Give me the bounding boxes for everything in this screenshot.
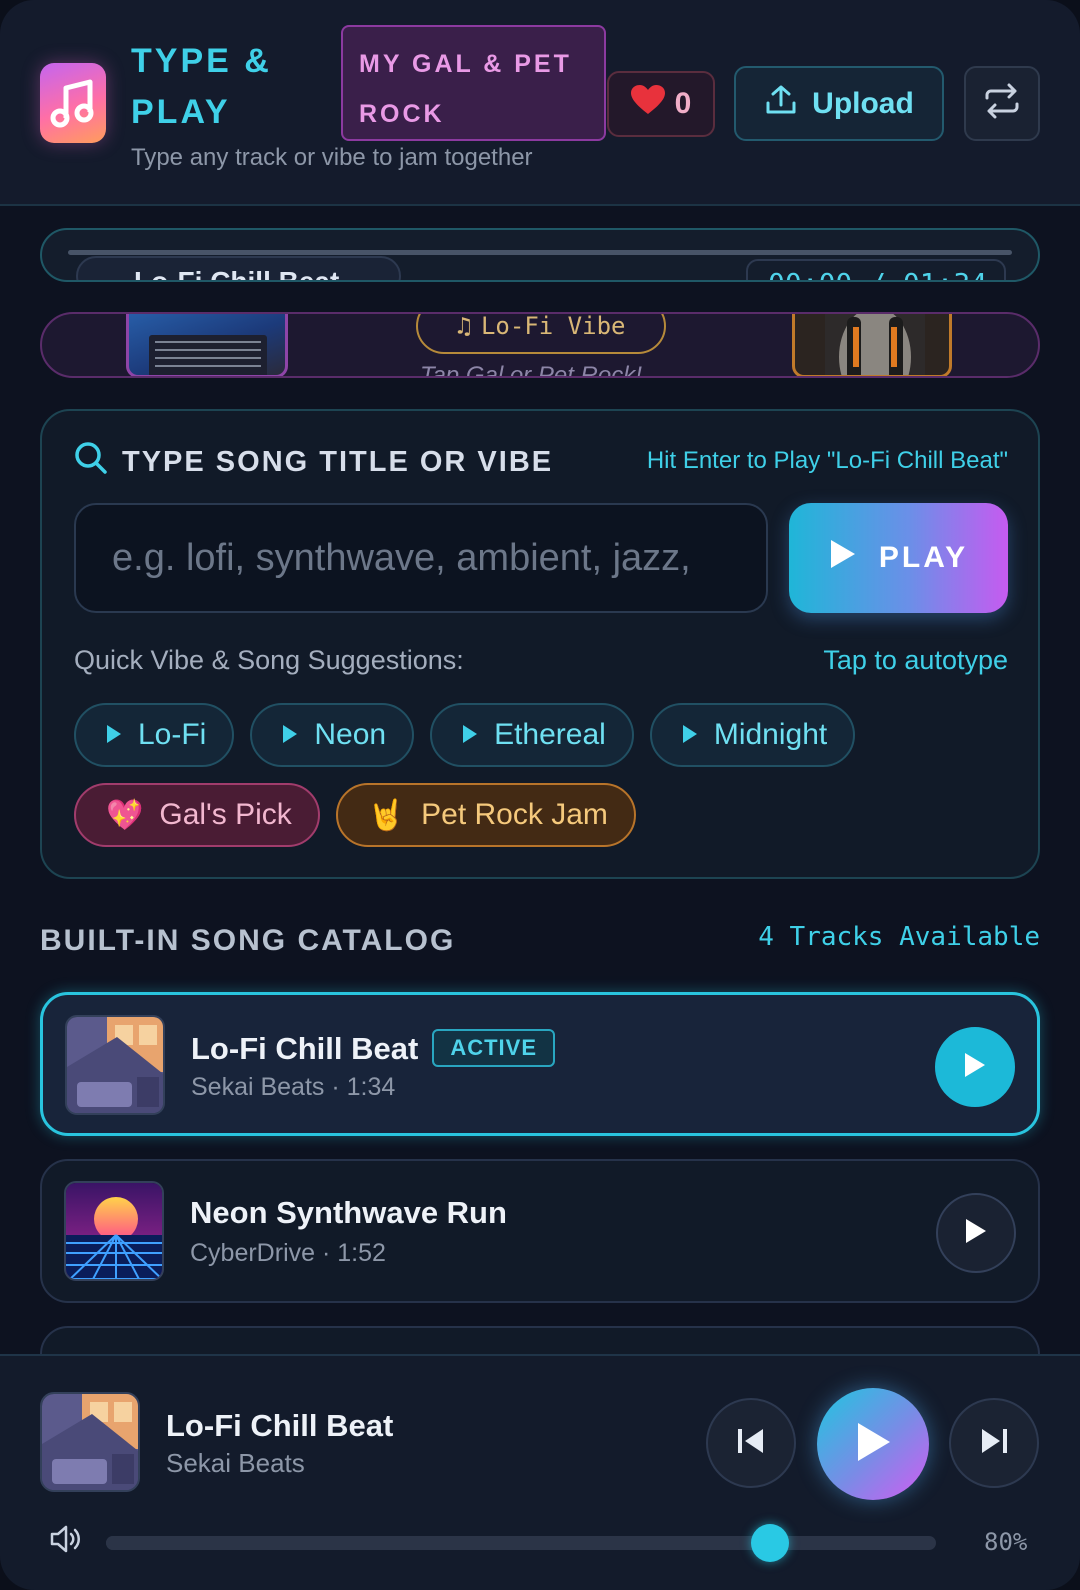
- player-cover-art: [40, 1392, 140, 1492]
- volume-knob[interactable]: [751, 1524, 789, 1562]
- skip-next-icon: [978, 1426, 1010, 1461]
- app-subtitle: Type any track or vibe to jam together: [131, 144, 533, 171]
- time-readout: 00:00 / 01:34: [746, 259, 1006, 280]
- rock-hand-icon: 🤘: [367, 798, 406, 832]
- active-badge: ACTIVE: [432, 1029, 556, 1067]
- music-note-icon: [40, 63, 106, 143]
- search-label: TYPE SONG TITLE OR VIBE: [74, 441, 553, 483]
- track-cover-art: [64, 1181, 164, 1281]
- chip-label: Gal's Pick: [159, 798, 292, 831]
- previous-button[interactable]: [706, 1398, 796, 1488]
- track-cover-art: [65, 1015, 165, 1115]
- catalog-title: BUILT-IN SONG CATALOG: [40, 924, 456, 957]
- play-icon: [829, 538, 857, 578]
- play-button[interactable]: PLAY: [789, 503, 1008, 613]
- play-icon: [682, 718, 698, 752]
- skip-previous-icon: [735, 1426, 767, 1461]
- vibe-label: Lo-Fi Vibe: [480, 312, 626, 340]
- play-icon: [282, 718, 298, 752]
- volume-icon[interactable]: [48, 1502, 82, 1567]
- music-note-icon: ♫: [456, 312, 471, 340]
- gal-description-card: [149, 335, 267, 375]
- chip-lofi[interactable]: Lo-Fi: [74, 703, 235, 767]
- pet-rock-avatar[interactable]: [792, 314, 952, 376]
- track-title: Neon Synthwave Run: [190, 1195, 507, 1230]
- likes-count: 0: [674, 87, 692, 120]
- autotype-hint: Tap to autotype: [823, 645, 1008, 675]
- search-panel: TYPE SONG TITLE OR VIBE Hit Enter to Pla…: [40, 409, 1040, 879]
- sparkle-heart-icon: 💖: [106, 798, 144, 832]
- track-play-button[interactable]: [936, 1193, 1016, 1273]
- heart-icon: [630, 85, 665, 123]
- play-icon: [106, 718, 122, 752]
- progress-card: Lo-Fi Chill Beat 00:00 / 01:34: [40, 228, 1040, 282]
- track-meta: CyberDrive · 1:52: [190, 1239, 386, 1267]
- chip-label: Midnight: [713, 718, 828, 751]
- volume-fill: [106, 1536, 770, 1550]
- play-icon: [854, 1420, 892, 1469]
- progress-track[interactable]: [68, 250, 1012, 255]
- stage-caption: Tap Gal or Pet Rock!: [420, 362, 642, 378]
- app-title: TYPE & PLAY: [131, 42, 272, 131]
- catalog-count: 4 Tracks Available: [758, 922, 1040, 952]
- chip-ethereal[interactable]: Ethereal: [430, 703, 634, 767]
- header: TYPE & PLAY Type any track or vibe to ja…: [0, 0, 1080, 206]
- next-button[interactable]: [949, 1398, 1039, 1488]
- upload-icon: [764, 83, 798, 125]
- chip-label: Ethereal: [494, 718, 606, 751]
- track-play-button[interactable]: [935, 1027, 1015, 1107]
- chip-midnight[interactable]: Midnight: [649, 703, 856, 767]
- play-icon: [462, 718, 478, 752]
- track-row[interactable]: Lo-Fi Chill Beat ACTIVE Sekai Beats · 1:3…: [40, 992, 1040, 1136]
- vibe-chip: ♫ Lo-Fi Vibe: [416, 312, 666, 354]
- volume-percent: 80%: [984, 1528, 1028, 1556]
- search-icon: [74, 441, 108, 483]
- chip-label: Neon: [314, 718, 387, 751]
- upload-button[interactable]: Upload: [734, 66, 944, 141]
- volume-slider[interactable]: [106, 1524, 936, 1562]
- chip-gals-pick[interactable]: 💖 Gal's Pick: [74, 783, 320, 847]
- suggestions-label: Quick Vibe & Song Suggestions:: [74, 645, 464, 675]
- stage-card: ♫ Lo-Fi Vibe Tap Gal or Pet Rock!: [40, 312, 1040, 378]
- play-icon: [963, 1051, 987, 1084]
- suggestion-chips: Lo-Fi Neon Ethereal Midnight 💖 Gal's Pic…: [74, 703, 1014, 847]
- search-input[interactable]: [74, 503, 768, 613]
- chip-label: Lo-Fi: [138, 718, 207, 751]
- gal-avatar[interactable]: [126, 314, 288, 376]
- chip-neon[interactable]: Neon: [250, 703, 415, 767]
- enter-hint: Hit Enter to Play "Lo-Fi Chill Beat": [646, 447, 1008, 474]
- track-title: Lo-Fi Chill Beat ACTIVE: [191, 1029, 556, 1067]
- main-play-button[interactable]: [817, 1388, 929, 1500]
- search-label-text: TYPE SONG TITLE OR VIBE: [122, 445, 554, 478]
- chip-pet-rock-jam[interactable]: 🤘 Pet Rock Jam: [335, 783, 636, 847]
- player-title: Lo-Fi Chill Beat: [166, 1408, 394, 1443]
- repeat-button[interactable]: [964, 66, 1040, 141]
- track-row[interactable]: Neon Synthwave Run CyberDrive · 1:52: [40, 1159, 1040, 1303]
- gal-pet-rock-badge[interactable]: MY GAL & PET ROCK: [341, 25, 606, 141]
- upload-label: Upload: [812, 86, 914, 120]
- now-playing-chip: Lo-Fi Chill Beat: [76, 256, 401, 280]
- app-window: TYPE & PLAY Type any track or vibe to ja…: [0, 0, 1080, 1590]
- chip-label: Pet Rock Jam: [421, 798, 608, 831]
- play-icon: [964, 1217, 988, 1250]
- player-bar: Lo-Fi Chill Beat Sekai Beats 80%: [0, 1354, 1080, 1590]
- player-artist: Sekai Beats: [166, 1448, 305, 1478]
- likes-button[interactable]: 0: [607, 71, 715, 137]
- play-label: PLAY: [878, 541, 969, 574]
- repeat-icon: [983, 82, 1021, 125]
- track-meta: Sekai Beats · 1:34: [191, 1073, 396, 1101]
